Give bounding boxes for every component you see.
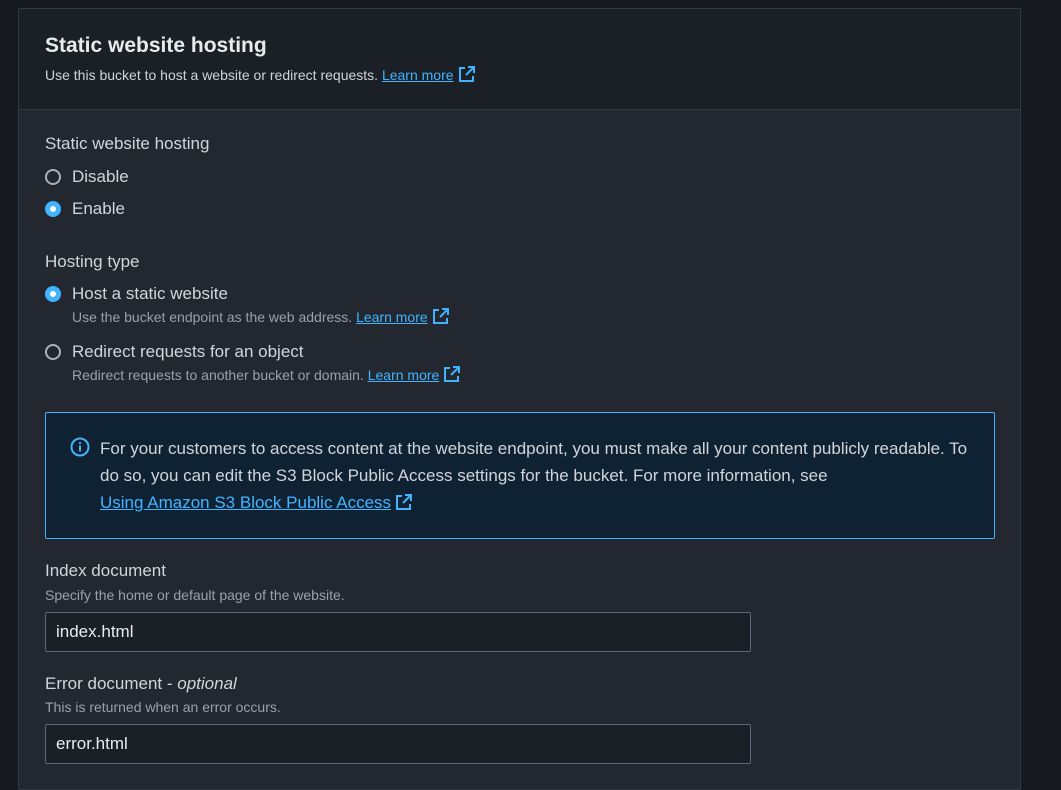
hosting-toggle-label: Static website hosting	[45, 134, 210, 153]
header-learn-more-link[interactable]: Learn more	[382, 67, 454, 83]
panel-title: Static website hosting	[45, 34, 267, 57]
hosting-type-label: Hosting type	[45, 252, 140, 271]
radio-host-static-description: Use the bucket endpoint as the web addre…	[72, 308, 450, 329]
radio-disable-circle[interactable]	[45, 169, 61, 185]
error-document-description: This is returned when an error occurs.	[45, 699, 281, 715]
index-document-description: Specify the home or default page of the …	[45, 587, 345, 603]
panel-description-text: Use this bucket to host a website or red…	[45, 67, 379, 83]
radio-redirect-description: Redirect requests to another bucket or d…	[72, 366, 461, 387]
radio-enable[interactable]: Enable	[45, 198, 125, 220]
radio-host-static-circle[interactable]	[45, 286, 61, 302]
radio-host-static-label[interactable]: Host a static website	[72, 283, 450, 305]
block-public-access-link[interactable]: Using Amazon S3 Block Public Access	[100, 493, 391, 512]
index-document-label: Index document	[45, 561, 166, 580]
radio-redirect-circle[interactable]	[45, 344, 61, 360]
panel-description: Use this bucket to host a website or red…	[45, 66, 1020, 87]
panel-header: Static website hosting Use this bucket t…	[19, 9, 1020, 110]
error-document-input[interactable]	[45, 724, 751, 764]
info-alert: For your customers to access content at …	[45, 412, 995, 539]
info-icon	[70, 437, 90, 538]
info-alert-text: For your customers to access content at …	[100, 435, 972, 538]
radio-disable-label[interactable]: Disable	[72, 166, 129, 188]
radio-host-static-website[interactable]: Host a static website Use the bucket end…	[45, 283, 450, 329]
radio-redirect-requests[interactable]: Redirect requests for an object Redirect…	[45, 341, 461, 387]
static-website-hosting-panel: Static website hosting Use this bucket t…	[18, 8, 1021, 790]
external-link-icon[interactable]	[443, 366, 461, 387]
radio-enable-label[interactable]: Enable	[72, 198, 125, 220]
host-static-learn-more-link[interactable]: Learn more	[356, 309, 428, 325]
external-link-icon[interactable]	[458, 66, 476, 87]
error-document-label: Error document - optional	[45, 674, 237, 693]
optional-tag: optional	[177, 674, 237, 693]
index-document-input[interactable]	[45, 612, 751, 652]
radio-enable-circle[interactable]	[45, 201, 61, 217]
external-link-icon[interactable]	[432, 308, 450, 329]
radio-redirect-label[interactable]: Redirect requests for an object	[72, 341, 461, 363]
redirect-learn-more-link[interactable]: Learn more	[368, 367, 440, 383]
radio-disable[interactable]: Disable	[45, 166, 129, 188]
external-link-icon[interactable]	[395, 492, 413, 519]
